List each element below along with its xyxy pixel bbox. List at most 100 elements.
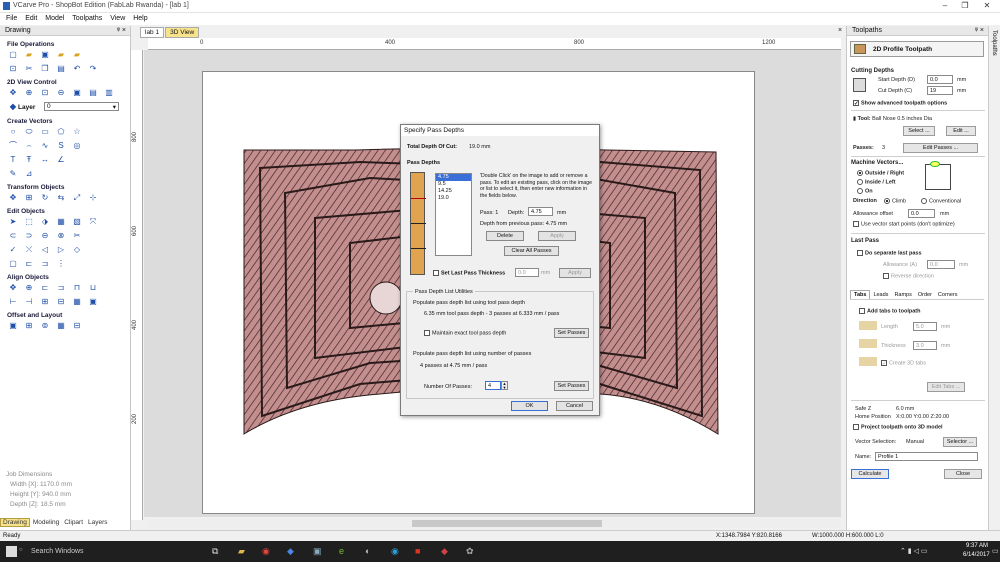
align-left-icon[interactable]: ⊏	[40, 283, 50, 293]
inside-left-option[interactable]: Inside / Left	[857, 179, 896, 185]
cut-icon[interactable]: ✂	[24, 64, 34, 74]
add-tabs-checkbox[interactable]	[859, 308, 865, 314]
show-advanced-checkbox[interactable]: ✓	[853, 100, 859, 107]
task-view-icon[interactable]: ⧉	[212, 546, 218, 557]
polyline-icon[interactable]: ⌒	[8, 141, 18, 151]
grid-icon[interactable]: ▤	[88, 88, 98, 98]
last-pass-thickness-input[interactable]: 0.0	[515, 268, 539, 277]
separate-last-pass-row[interactable]: Do separate last pass	[857, 250, 922, 256]
thickness-input[interactable]: 3.0	[913, 341, 937, 350]
toolpath-name-input[interactable]: Profile 1	[875, 452, 978, 461]
tab-3d-view[interactable]: 3D View	[165, 27, 200, 38]
step-repeat-icon[interactable]: ⊟	[72, 321, 82, 331]
tab-modeling[interactable]: Modeling	[31, 519, 61, 526]
app-icon-4[interactable]: ◉	[391, 546, 399, 557]
star-icon[interactable]: ☆	[72, 127, 82, 137]
pass-item[interactable]: 14.25	[436, 188, 471, 195]
import-icon[interactable]: ▰	[56, 50, 66, 60]
new-file-icon[interactable]: ▢	[8, 50, 18, 60]
conventional-option[interactable]: Conventional	[921, 198, 961, 204]
pan-icon[interactable]: ✥	[8, 88, 18, 98]
chrome-icon[interactable]: ◉	[262, 546, 270, 557]
center-x-icon[interactable]: ⊞	[40, 297, 50, 307]
separate-last-pass-checkbox[interactable]	[857, 250, 863, 256]
pass-item[interactable]: 9.5	[436, 181, 471, 188]
angle-dimension-icon[interactable]: ∠	[56, 155, 66, 165]
redo-icon[interactable]: ↷	[88, 64, 98, 74]
pass-list[interactable]: 4.75 9.5 14.25 19.0	[435, 173, 472, 256]
diamond-icon[interactable]: ◇	[72, 245, 82, 255]
distribute-icon[interactable]: ▦	[72, 297, 82, 307]
curve-icon[interactable]: ∿	[40, 141, 50, 151]
move-icon[interactable]: ✥	[8, 193, 18, 203]
mirror-icon[interactable]: ⇆	[56, 193, 66, 203]
climb-radio[interactable]	[884, 198, 890, 204]
use-vector-checkbox[interactable]	[853, 221, 859, 227]
conventional-radio[interactable]	[921, 198, 927, 204]
layer-dropdown[interactable]: 0 ▾	[44, 102, 119, 111]
app-icon-1[interactable]: ▣	[313, 546, 322, 557]
tab-leads[interactable]: Leads	[870, 291, 891, 299]
maintain-exact-row[interactable]: Maintain exact tool pass depth	[424, 330, 506, 336]
rounded-rect-icon[interactable]: ▢	[8, 259, 18, 269]
notification-icon[interactable]: ▭	[992, 547, 999, 555]
clear-all-passes-button[interactable]: Clear All Passes	[504, 246, 559, 256]
outside-right-option[interactable]: Outside / Right	[857, 170, 904, 176]
join-icon[interactable]: ⊂	[8, 231, 18, 241]
pass-item[interactable]: 4.75	[436, 174, 471, 181]
pin-icon[interactable]: ᵠ ×	[117, 26, 126, 36]
text-on-curve-icon[interactable]: Ŧ	[24, 155, 34, 165]
import-bitmap-icon[interactable]: ▰	[72, 50, 82, 60]
align-right-icon[interactable]: ⊐	[56, 283, 66, 293]
num-passes-spinner[interactable]: ▲ ▼	[501, 381, 508, 390]
depth-input[interactable]: 4.75	[528, 207, 553, 216]
trace-bitmap-icon[interactable]: ✎	[8, 169, 18, 179]
length-input[interactable]: 5.0	[913, 322, 937, 331]
select-tool-button[interactable]: Select ...	[903, 126, 935, 136]
on-option[interactable]: On	[857, 188, 873, 194]
cancel-button[interactable]: Cancel	[556, 401, 593, 411]
nesting-icon[interactable]: ▦	[56, 321, 66, 331]
inside-radio[interactable]	[857, 179, 863, 185]
zoom-out-icon[interactable]: ⊖	[56, 88, 66, 98]
extend-icon[interactable]: ⤬	[24, 245, 34, 255]
rectangle-icon[interactable]: ▭	[40, 127, 50, 137]
tab-tabs[interactable]: Tabs	[850, 290, 871, 299]
zoom-box-icon[interactable]: ⊕	[24, 88, 34, 98]
arrow-right-icon[interactable]: ▷	[56, 245, 66, 255]
measure-icon[interactable]: ⤧	[88, 217, 98, 227]
zoom-all-icon[interactable]: ⊡	[40, 88, 50, 98]
app-icon-7[interactable]: ✿	[466, 546, 474, 557]
use-vector-row[interactable]: Use vector start points (don't optimize)	[853, 221, 955, 227]
tab-lab1[interactable]: lab 1	[140, 27, 165, 38]
distort-icon[interactable]: ⊹	[88, 193, 98, 203]
job-setup-icon[interactable]: ⊡	[8, 64, 18, 74]
set-last-pass-checkbox[interactable]	[433, 270, 439, 276]
weld-icon[interactable]: ⊃	[24, 231, 34, 241]
text-icon[interactable]: T	[8, 155, 18, 165]
align-top-icon[interactable]: ⊓	[72, 283, 82, 293]
tab-layers[interactable]: Layers	[86, 519, 110, 526]
trim-icon[interactable]: ✓	[8, 245, 18, 255]
app-icon-2[interactable]: e	[339, 546, 344, 556]
smart-select-icon[interactable]: ⬗	[40, 217, 50, 227]
node-edit-icon[interactable]: ⬚	[24, 217, 34, 227]
fit-icon[interactable]: ▣	[88, 297, 98, 307]
menu-toolpaths[interactable]: Toolpaths	[72, 15, 102, 22]
ellipse-icon[interactable]: ⬭	[24, 127, 34, 137]
edit-passes-button[interactable]: Edit Passes ...	[903, 143, 978, 153]
ungroup-icon[interactable]: ▧	[72, 217, 82, 227]
tab-ramps[interactable]: Ramps	[891, 291, 914, 299]
set-last-pass-row[interactable]: Set Last Pass Thickness	[433, 270, 505, 276]
close-button[interactable]: Close	[944, 469, 982, 479]
edit-tool-button[interactable]: Edit ...	[946, 126, 976, 136]
select-icon[interactable]: ➤	[8, 217, 18, 227]
menu-file[interactable]: File	[6, 15, 17, 22]
app-icon-6[interactable]: ◆	[441, 546, 448, 557]
outside-radio[interactable]	[857, 170, 863, 176]
tray-icons[interactable]: ⌃ ▮ ◁ ▭	[900, 547, 928, 555]
close-icon[interactable]: ✕	[980, 1, 994, 12]
save-icon[interactable]: ▣	[40, 50, 50, 60]
minimize-icon[interactable]: –	[938, 1, 952, 12]
delete-button[interactable]: Delete	[486, 231, 524, 241]
